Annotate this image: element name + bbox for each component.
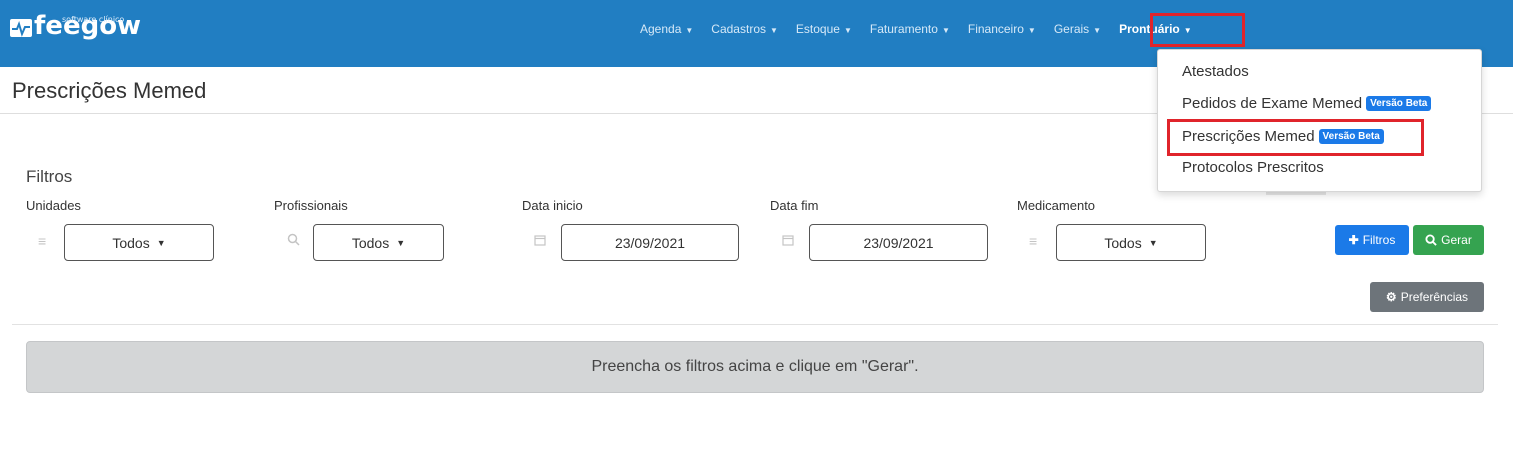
profissionais-select[interactable]: Todos ▼	[313, 224, 444, 261]
nav-label: Financeiro	[967, 22, 1024, 36]
nav-estoque[interactable]: Estoque ▼	[796, 22, 852, 36]
nav-label: Cadastros	[711, 22, 766, 36]
preferencias-label: Preferências	[1400, 290, 1469, 304]
caret-down-icon: ▼	[1093, 26, 1102, 35]
data-fim-input[interactable]: 23/09/2021	[809, 224, 988, 261]
logo-tagline: software clínico	[62, 15, 125, 24]
filters-heading: Filtros	[26, 167, 73, 186]
caret-down-icon: ▼	[941, 26, 950, 35]
nav-highlight-box	[1150, 13, 1245, 47]
unidades-label: Unidades	[26, 198, 81, 213]
calendar-icon	[534, 233, 546, 249]
profissionais-label: Profissionais	[274, 198, 348, 213]
caret-down-icon: ▼	[156, 237, 166, 248]
preferencias-button[interactable]: ⚙ Preferências	[1370, 282, 1484, 312]
plus-icon: ✚	[1348, 233, 1359, 247]
list-icon: ≡	[1029, 233, 1038, 249]
gerar-button[interactable]: Gerar	[1413, 225, 1484, 255]
caret-down-icon: ▼	[843, 26, 852, 35]
content-divider	[12, 324, 1498, 325]
medicamento-select[interactable]: Todos ▼	[1056, 224, 1206, 261]
prontuario-dropdown-menu: Atestados Pedidos de Exame Memed Versão B…	[1157, 49, 1482, 192]
gear-icon: ⚙	[1385, 290, 1397, 304]
profissionais-value: Todos	[351, 234, 390, 251]
nav-label: Estoque	[795, 22, 840, 36]
unidades-select[interactable]: Todos ▼	[64, 224, 214, 261]
caret-down-icon: ▼	[685, 26, 694, 35]
search-icon	[1425, 234, 1437, 246]
medicamento-value: Todos	[1104, 234, 1142, 251]
filtros-label: Filtros	[1362, 233, 1396, 247]
logo-icon	[10, 19, 32, 37]
feegow-logo[interactable]: software clínico feegow	[10, 13, 141, 39]
nav-agenda[interactable]: Agenda ▼	[640, 22, 693, 36]
caret-down-icon: ▼	[1148, 237, 1158, 248]
nav-label: Gerais	[1053, 22, 1090, 36]
page-title: Prescrições Memed	[12, 78, 207, 103]
unidades-value: Todos	[112, 234, 150, 251]
list-icon: ≡	[38, 233, 47, 249]
caret-down-icon: ▼	[770, 26, 778, 35]
menu-item-label: Protocolos Prescritos	[1182, 159, 1324, 176]
data-inicio-input[interactable]: 23/09/2021	[561, 224, 739, 261]
menu-item-atestados[interactable]: Atestados	[1182, 63, 1249, 80]
logo-wordmark: software clínico feegow	[34, 13, 141, 39]
caret-down-icon: ▼	[396, 237, 406, 248]
nav-faturamento[interactable]: Faturamento ▼	[870, 22, 950, 36]
menu-item-pedidos-exame-memed[interactable]: Pedidos de Exame Memed Versão Beta	[1182, 95, 1432, 112]
data-inicio-label: Data inicio	[522, 198, 583, 213]
main-nav: Agenda ▼ Cadastros ▼ Estoque ▼ Faturamento ▼…	[640, 22, 1210, 36]
empty-state-alert: Preencha os filtros acima e clique em "G…	[26, 341, 1484, 393]
data-fim-value: 23/09/2021	[863, 234, 934, 251]
nav-cadastros[interactable]: Cadastros ▼	[711, 22, 778, 36]
data-fim-label: Data fim	[770, 198, 819, 213]
menu-item-label: Pedidos de Exame Memed	[1182, 95, 1363, 112]
caret-down-icon: ▼	[1027, 26, 1036, 35]
medicamento-label: Medicamento	[1017, 198, 1096, 213]
nav-gerais[interactable]: Gerais ▼	[1054, 22, 1101, 36]
beta-badge: Versão Beta	[1366, 96, 1432, 111]
menu-item-protocolos-prescritos[interactable]: Protocolos Prescritos	[1182, 159, 1324, 176]
nav-label: Agenda	[640, 22, 682, 36]
search-icon	[287, 233, 300, 249]
empty-state-text: Preencha os filtros acima e clique em "G…	[591, 358, 919, 375]
data-inicio-value: 23/09/2021	[614, 234, 686, 251]
menu-item-label: Atestados	[1182, 63, 1249, 80]
calendar-icon	[782, 233, 794, 249]
gerar-label: Gerar	[1441, 233, 1472, 247]
filtros-button[interactable]: ✚ Filtros	[1335, 225, 1409, 255]
nav-label: Faturamento	[869, 22, 938, 36]
nav-financeiro[interactable]: Financeiro ▼	[968, 22, 1036, 36]
menu-highlight-box	[1167, 119, 1424, 156]
